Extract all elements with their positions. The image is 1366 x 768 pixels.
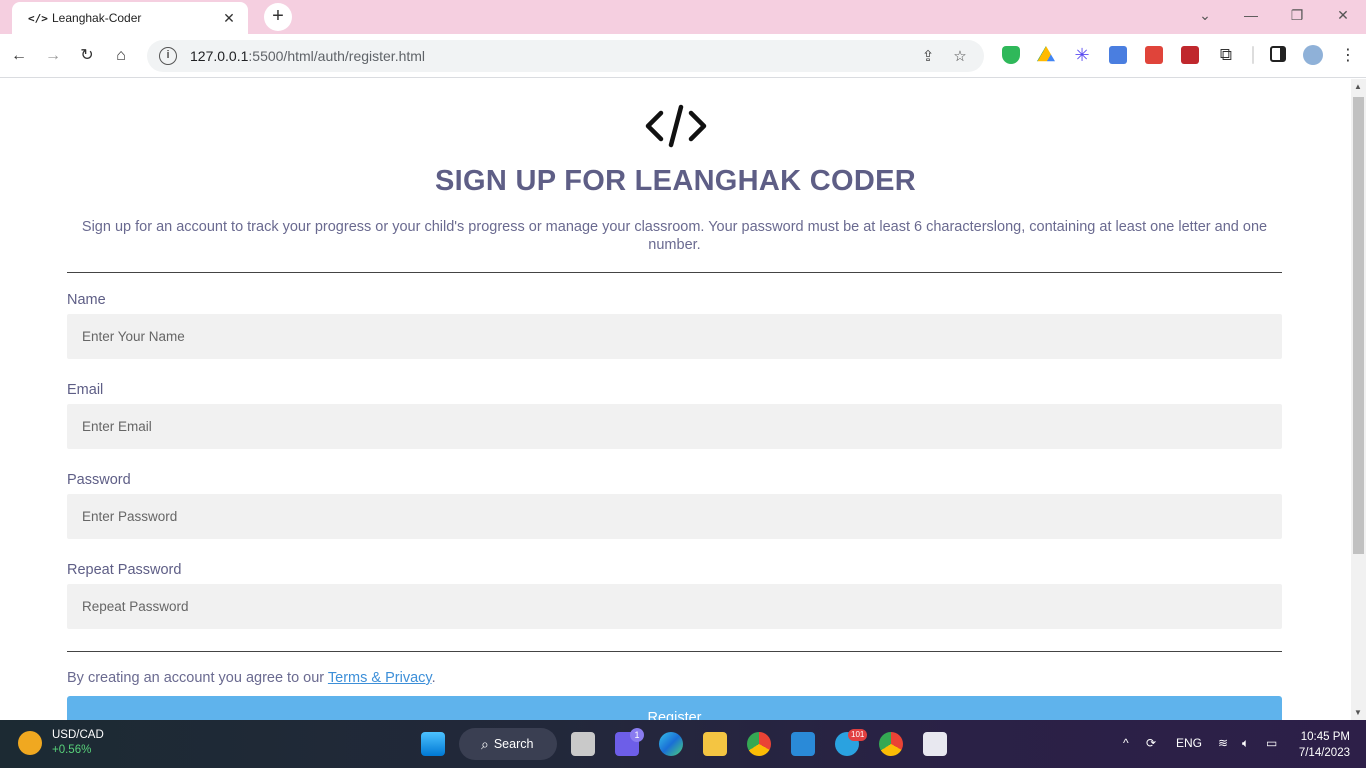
task-view-icon[interactable] <box>571 732 595 756</box>
scrollbar-thumb[interactable] <box>1353 97 1364 554</box>
language-indicator[interactable]: ENG <box>1176 736 1202 750</box>
side-panel-icon[interactable] <box>1270 46 1286 62</box>
email-input[interactable] <box>67 404 1282 449</box>
divider-bottom <box>67 651 1282 652</box>
tab-title: Leanghak-Coder <box>52 11 142 25</box>
url-path: :5500/html/auth/register.html <box>248 48 426 64</box>
home-icon[interactable]: ⌂ <box>109 44 133 68</box>
scroll-down-arrow-icon[interactable]: ▼ <box>1354 708 1362 717</box>
taskbar-search[interactable]: ⌕ Search <box>459 728 557 760</box>
restore-button[interactable]: ❐ <box>1274 0 1320 30</box>
profile-avatar[interactable] <box>1303 45 1323 65</box>
todoist-icon[interactable] <box>1145 46 1163 64</box>
new-tab-button[interactable]: + <box>264 3 292 31</box>
password-input[interactable] <box>67 494 1282 539</box>
clock-date: 7/14/2023 <box>1298 747 1350 759</box>
currency-change: +0.56% <box>52 744 92 756</box>
url-host: 127.0.0.1 <box>190 48 249 64</box>
asterisk-extension-icon[interactable]: ✳ <box>1073 46 1091 64</box>
tab-search-chevron-icon[interactable]: ⌄ <box>1182 0 1228 30</box>
battery-icon[interactable]: ▭ <box>1266 736 1277 750</box>
code-logo-icon <box>0 103 1351 154</box>
weather-widget[interactable]: USD/CAD +0.56% <box>18 728 104 758</box>
more-menu-icon[interactable]: ⋮ <box>1336 44 1360 68</box>
search-label: Search <box>493 737 534 751</box>
vscode-icon[interactable] <box>791 732 815 756</box>
page-title: SIGN UP FOR LEANGHAK CODER <box>435 165 916 197</box>
search-icon: ⌕ <box>481 735 489 752</box>
system-clock[interactable]: 10:45 PM 7/14/2023 <box>1299 729 1350 761</box>
tab-strip: </> Leanghak-Coder ✕ + ⌄ — ❐ ✕ <box>0 0 1366 34</box>
repeat-password-label: Repeat Password <box>67 562 182 578</box>
close-window-button[interactable]: ✕ <box>1320 0 1366 30</box>
reload-icon[interactable]: ↻ <box>75 44 99 68</box>
forward-arrow-icon[interactable]: → <box>41 44 65 68</box>
scroll-up-arrow-icon[interactable]: ▲ <box>1354 82 1362 91</box>
register-button[interactable]: Register <box>67 696 1282 720</box>
intro-text: Sign up for an account to track your pro… <box>81 219 1268 253</box>
name-label: Name <box>67 292 106 308</box>
terms-period: . <box>431 670 436 686</box>
minimize-button[interactable]: — <box>1228 0 1274 30</box>
terms-text: By creating an account you agree to our <box>67 670 328 686</box>
google-drive-icon[interactable] <box>1037 46 1055 62</box>
clock-time: 10:45 PM <box>1300 731 1350 743</box>
shield-extension-icon[interactable] <box>1002 46 1020 64</box>
page-scrollbar[interactable]: ▲ ▼ <box>1351 79 1366 720</box>
tab-close-icon[interactable]: ✕ <box>220 10 238 27</box>
code-favicon-icon: </> <box>28 11 48 25</box>
browser-toolbar: ← → ↻ ⌂ i 127.0.0.1:5500/html/auth/regis… <box>0 34 1366 78</box>
chrome-icon[interactable] <box>747 732 771 756</box>
terms-privacy-link[interactable]: Terms & Privacy <box>328 670 432 686</box>
repeat-password-input[interactable] <box>67 584 1282 629</box>
currency-icon <box>18 731 42 755</box>
toolbar-divider <box>1252 46 1254 64</box>
share-icon[interactable]: ⇪ <box>916 47 940 65</box>
divider-top <box>67 272 1282 273</box>
bookmark-star-icon[interactable]: ☆ <box>948 47 972 65</box>
windows-start-icon[interactable] <box>421 732 445 756</box>
url-text[interactable]: 127.0.0.1:5500/html/auth/register.html <box>190 48 908 64</box>
browser-tab[interactable]: </> Leanghak-Coder ✕ <box>12 2 248 34</box>
page-content: SIGN UP FOR LEANGHAK CODER Sign up for a… <box>0 79 1351 720</box>
telegram-badge: 101 <box>848 729 868 741</box>
teams-badge: 1 <box>630 728 644 742</box>
snipping-tool-icon[interactable] <box>923 732 947 756</box>
currency-pair: USD/CAD <box>52 729 104 741</box>
sync-icon[interactable]: ⟳ <box>1146 736 1156 750</box>
google-translate-icon[interactable] <box>1109 46 1127 64</box>
address-bar[interactable]: i 127.0.0.1:5500/html/auth/register.html… <box>147 40 984 72</box>
red-book-extension-icon[interactable] <box>1181 46 1199 64</box>
wifi-icon[interactable]: ≋ <box>1218 736 1228 750</box>
edge-browser-icon[interactable] <box>659 732 683 756</box>
site-info-icon[interactable]: i <box>159 47 177 65</box>
name-input[interactable] <box>67 314 1282 359</box>
extensions-puzzle-icon[interactable]: ⧉ <box>1217 46 1235 64</box>
volume-icon[interactable]: 🔈︎ <box>1242 736 1249 751</box>
file-explorer-icon[interactable] <box>703 732 727 756</box>
back-arrow-icon[interactable]: ← <box>7 44 31 68</box>
show-hidden-icons-chevron[interactable]: ^ <box>1123 736 1129 750</box>
window-controls: ⌄ — ❐ ✕ <box>1182 0 1366 30</box>
chrome-profile-icon[interactable] <box>879 732 903 756</box>
taskbar: USD/CAD +0.56% ⌕ Search 1 101 ^ ⟳ ENG ≋ … <box>0 720 1366 768</box>
terms-notice: By creating an account you agree to our … <box>67 670 436 686</box>
email-label: Email <box>67 382 104 398</box>
password-label: Password <box>67 472 131 488</box>
